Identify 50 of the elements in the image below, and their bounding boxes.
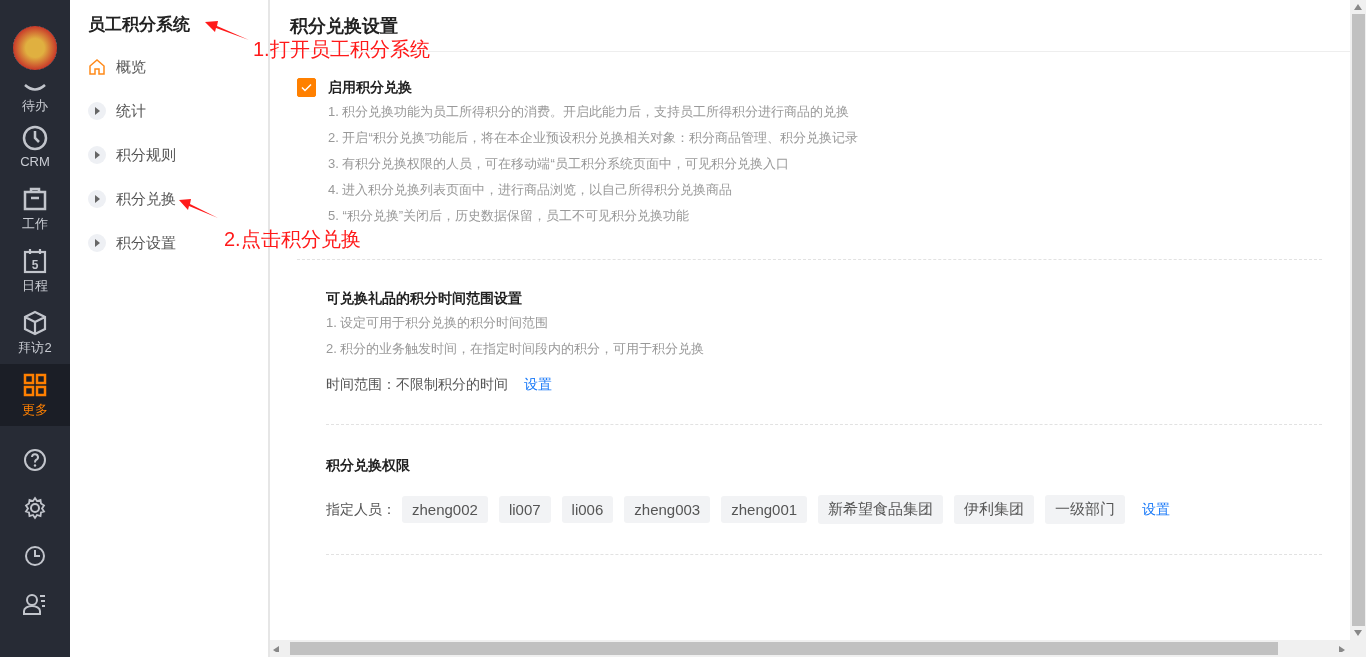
- vertical-scrollbar[interactable]: [1350, 0, 1366, 640]
- person-tag: li006: [561, 496, 614, 523]
- checkbox-label: 启用积分兑换: [328, 78, 412, 97]
- time-range-text: 时间范围：不限制积分的时间: [326, 376, 508, 394]
- note-text: 1. 设定可用于积分兑换的积分时间范围: [326, 314, 550, 332]
- note-text: 2. 开启“积分兑换”功能后，将在本企业预设积分兑换相关对象：积分商品管理、积分兑换记录: [328, 129, 860, 147]
- person-tag: li007: [498, 496, 551, 523]
- avatar[interactable]: [13, 26, 57, 70]
- checkbox[interactable]: [297, 78, 316, 97]
- rail-label[interactable]: 拜访2: [18, 338, 52, 357]
- scroll-arrow-icon[interactable]: [273, 645, 281, 652]
- menu-item[interactable]: 积分设置: [70, 221, 184, 265]
- person-tag: zheng003: [624, 496, 711, 523]
- person-tag: 新希望食品集团: [818, 495, 944, 524]
- rail-label[interactable]: 日程: [22, 276, 48, 295]
- annotation-text: 1.打开员工积分系统: [253, 37, 430, 62]
- menu-item[interactable]: 积分规则: [70, 133, 184, 177]
- person-tag: 一级部门: [1045, 495, 1126, 524]
- home-icon: [88, 58, 106, 76]
- person-tag: zheng001: [721, 496, 808, 523]
- section-title: 可兑换礼品的积分时间范围设置: [326, 290, 523, 308]
- rail-label[interactable]: 待办: [22, 96, 48, 115]
- scroll-arrow-icon[interactable]: [1354, 630, 1362, 636]
- note-text: 3. 有积分兑换权限的人员，可在移动端“员工积分系统页面中，可见积分兑换入口: [328, 155, 790, 173]
- menu-item[interactable]: 概览: [70, 45, 154, 89]
- menu-item[interactable]: 积分兑换: [70, 177, 184, 221]
- section-title: 积分兑换权限: [326, 457, 411, 475]
- rail-label[interactable]: 更多: [22, 400, 48, 419]
- rail-label[interactable]: CRM: [20, 154, 50, 169]
- checkmark-icon: [301, 83, 312, 92]
- scroll-arrow-icon[interactable]: [1354, 4, 1362, 10]
- horizontal-scrollbar[interactable]: [270, 640, 1366, 657]
- caret-icon: [88, 146, 106, 164]
- note-text: 2. 积分的业务触发时间，在指定时间段内的积分，可用于积分兑换: [326, 340, 706, 358]
- caret-icon: [88, 102, 106, 120]
- note-text: 5. “积分兑换”关闭后，历史数据保留，员工不可见积分兑换功能: [328, 207, 691, 225]
- rail-label[interactable]: 工作: [22, 214, 48, 233]
- person-tag: 伊利集团: [954, 495, 1035, 524]
- menu-item[interactable]: 统计: [70, 89, 154, 133]
- annotation-text: 2.点击积分兑换: [224, 227, 361, 252]
- caret-icon: [88, 234, 106, 252]
- scroll-arrow-icon[interactable]: [1339, 645, 1347, 652]
- settings-link[interactable]: 设置: [524, 376, 552, 394]
- caret-icon: [88, 190, 106, 208]
- field-label: 指定人员：: [326, 500, 396, 519]
- menu-title: 员工积分系统: [87, 14, 190, 36]
- settings-link[interactable]: 设置: [1142, 500, 1171, 519]
- note-text: 1. 积分兑换功能为员工所得积分的消费。开启此能力后，支持员工所得积分进行商品的兑换: [328, 103, 851, 121]
- note-text: 4. 进入积分兑换列表页面中，进行商品浏览，以自己所得积分兑换商品: [328, 181, 734, 199]
- person-tag: zheng002: [402, 496, 488, 523]
